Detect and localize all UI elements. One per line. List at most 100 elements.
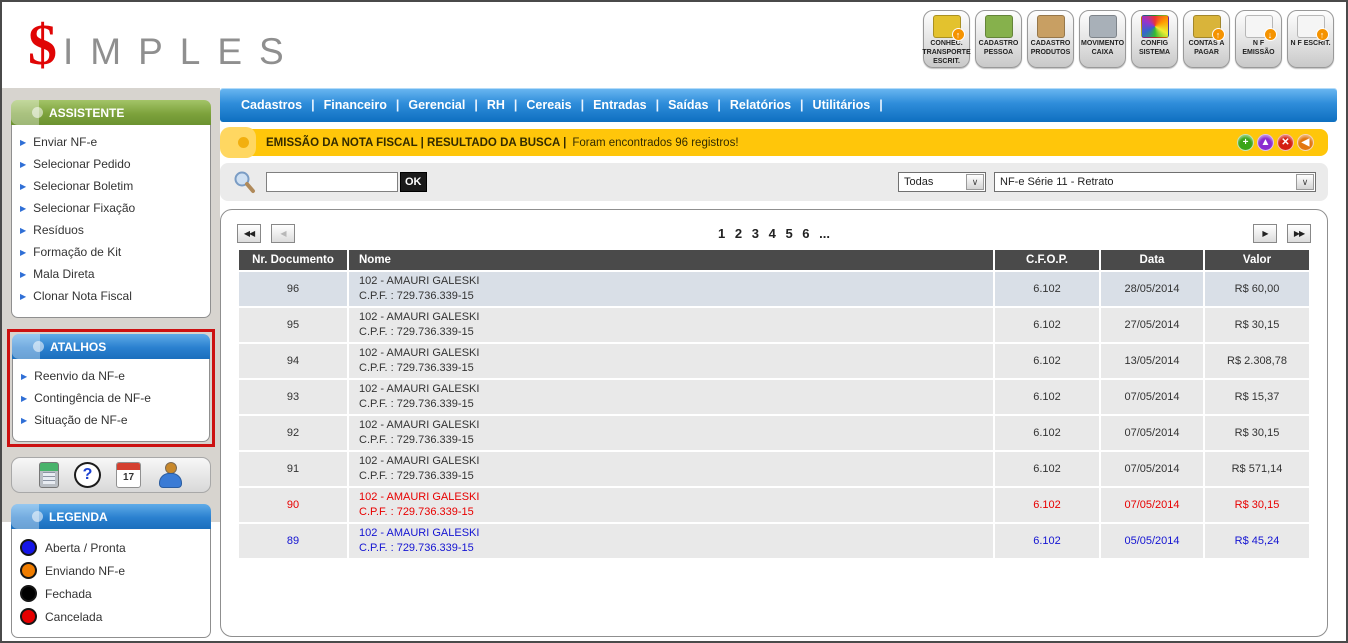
cell-valor[interactable]: R$ 15,37 bbox=[1205, 380, 1309, 414]
sidebar-menu-item[interactable]: ▶ Contingência de NF-e bbox=[19, 388, 203, 410]
cell-valor[interactable]: R$ 30,15 bbox=[1205, 308, 1309, 342]
banner-action-button[interactable]: ◀ bbox=[1297, 134, 1314, 151]
pagination-page-number[interactable]: 4 bbox=[766, 226, 779, 241]
sidebar-menu-item[interactable]: ▶ Formação de Kit bbox=[18, 242, 204, 264]
sidebar-menu-item[interactable]: ▶ Mala Direta bbox=[18, 264, 204, 286]
table-row[interactable]: 95 102 - AMAURI GALESKI C.P.F. : 729.736… bbox=[239, 308, 1309, 342]
cell-valor[interactable]: R$ 571,14 bbox=[1205, 452, 1309, 486]
toolbar-button[interactable]: ↑ CONHEC. TRANSPORTE ESCRIT. bbox=[923, 10, 970, 68]
sidebar-menu-item[interactable]: ▶ Resíduos bbox=[18, 220, 204, 242]
banner-action-button[interactable]: ✕ bbox=[1277, 134, 1294, 151]
user-icon[interactable] bbox=[156, 462, 183, 488]
pagination-page-number[interactable]: 3 bbox=[749, 226, 762, 241]
pagination-page-number[interactable]: 1 bbox=[715, 226, 728, 241]
cell-data[interactable]: 28/05/2014 bbox=[1101, 272, 1203, 306]
cell-nome[interactable]: 102 - AMAURI GALESKI C.P.F. : 729.736.33… bbox=[349, 380, 993, 414]
cell-cfop[interactable]: 6.102 bbox=[995, 488, 1099, 522]
cell-valor[interactable]: R$ 60,00 bbox=[1205, 272, 1309, 306]
sidebar-menu-item[interactable]: ▶ Clonar Nota Fiscal bbox=[18, 286, 204, 308]
search-input[interactable] bbox=[266, 172, 398, 192]
cell-cfop[interactable]: 6.102 bbox=[995, 524, 1099, 558]
toolbar-button[interactable]: CONFIG SISTEMA bbox=[1131, 10, 1178, 68]
cell-documento[interactable]: 96 bbox=[239, 272, 347, 306]
cell-data[interactable]: 07/05/2014 bbox=[1101, 416, 1203, 450]
cell-documento[interactable]: 92 bbox=[239, 416, 347, 450]
cell-documento[interactable]: 95 bbox=[239, 308, 347, 342]
nav-menu-item[interactable]: Saídas bbox=[663, 98, 713, 112]
sidebar-menu-item[interactable]: ▶ Situação de NF-e bbox=[19, 410, 203, 432]
table-row[interactable]: 91 102 - AMAURI GALESKI C.P.F. : 729.736… bbox=[239, 452, 1309, 486]
nav-menu-item[interactable]: Relatórios bbox=[725, 98, 796, 112]
pagination-page-number[interactable]: ... bbox=[816, 226, 833, 241]
cell-nome[interactable]: 102 - AMAURI GALESKI C.P.F. : 729.736.33… bbox=[349, 488, 993, 522]
table-row[interactable]: 90 102 - AMAURI GALESKI C.P.F. : 729.736… bbox=[239, 488, 1309, 522]
toolbar-button[interactable]: CADASTRO PESSOA bbox=[975, 10, 1022, 68]
toolbar-button[interactable]: CADASTRO PRODUTOS bbox=[1027, 10, 1074, 68]
cell-documento[interactable]: 94 bbox=[239, 344, 347, 378]
table-row[interactable]: 93 102 - AMAURI GALESKI C.P.F. : 729.736… bbox=[239, 380, 1309, 414]
pagination-last-button[interactable]: ▶▶ bbox=[1287, 224, 1311, 243]
cell-cfop[interactable]: 6.102 bbox=[995, 344, 1099, 378]
pagination-next-button[interactable]: ▶ bbox=[1253, 224, 1277, 243]
cell-data[interactable]: 07/05/2014 bbox=[1101, 452, 1203, 486]
toolbar-button[interactable]: MOVIMENTO CAIXA bbox=[1079, 10, 1126, 68]
sidebar-menu-item[interactable]: ▶ Reenvio da NF-e bbox=[19, 366, 203, 388]
nav-menu-item[interactable]: Gerencial bbox=[403, 98, 470, 112]
nav-menu-item[interactable]: Financeiro bbox=[319, 98, 392, 112]
cell-cfop[interactable]: 6.102 bbox=[995, 452, 1099, 486]
cell-data[interactable]: 13/05/2014 bbox=[1101, 344, 1203, 378]
bullet-arrow-icon: ▶ bbox=[21, 391, 27, 407]
sidebar-menu-item[interactable]: ▶ Enviar NF-e bbox=[18, 132, 204, 154]
cell-data[interactable]: 27/05/2014 bbox=[1101, 308, 1203, 342]
cell-cfop[interactable]: 6.102 bbox=[995, 380, 1099, 414]
cell-nome[interactable]: 102 - AMAURI GALESKI C.P.F. : 729.736.33… bbox=[349, 308, 993, 342]
cell-valor[interactable]: R$ 30,15 bbox=[1205, 488, 1309, 522]
cell-valor[interactable]: R$ 45,24 bbox=[1205, 524, 1309, 558]
sidebar-menu-item[interactable]: ▶ Selecionar Fixação bbox=[18, 198, 204, 220]
pagination-page-number[interactable]: 6 bbox=[799, 226, 812, 241]
nav-menu-item[interactable]: Cadastros bbox=[236, 98, 307, 112]
cell-data[interactable]: 07/05/2014 bbox=[1101, 488, 1203, 522]
cell-nome[interactable]: 102 - AMAURI GALESKI C.P.F. : 729.736.33… bbox=[349, 524, 993, 558]
help-icon[interactable]: ? bbox=[74, 462, 101, 488]
pagination-page-number[interactable]: 5 bbox=[782, 226, 795, 241]
table-row[interactable]: 94 102 - AMAURI GALESKI C.P.F. : 729.736… bbox=[239, 344, 1309, 378]
pagination-page-number[interactable]: 2 bbox=[732, 226, 745, 241]
search-ok-button[interactable]: OK bbox=[400, 172, 427, 192]
cell-cfop[interactable]: 6.102 bbox=[995, 416, 1099, 450]
calendar-icon[interactable]: 17 bbox=[116, 462, 141, 488]
nav-menu-item[interactable]: Utilitários bbox=[808, 98, 876, 112]
cell-documento[interactable]: 89 bbox=[239, 524, 347, 558]
sidebar-menu-item[interactable]: ▶ Selecionar Boletim bbox=[18, 176, 204, 198]
table-row[interactable]: 92 102 - AMAURI GALESKI C.P.F. : 729.736… bbox=[239, 416, 1309, 450]
cell-nome[interactable]: 102 - AMAURI GALESKI C.P.F. : 729.736.33… bbox=[349, 416, 993, 450]
pagination-prev-button[interactable]: ◀ bbox=[271, 224, 295, 243]
toolbar-button[interactable]: ↑ CONTAS A PAGAR bbox=[1183, 10, 1230, 68]
cell-documento[interactable]: 91 bbox=[239, 452, 347, 486]
nav-menu-item[interactable]: RH bbox=[482, 98, 510, 112]
cell-cfop[interactable]: 6.102 bbox=[995, 308, 1099, 342]
toolbar-button[interactable]: ↑ N F ESCRIT. bbox=[1287, 10, 1334, 68]
table-row[interactable]: 96 102 - AMAURI GALESKI C.P.F. : 729.736… bbox=[239, 272, 1309, 306]
cell-cfop[interactable]: 6.102 bbox=[995, 272, 1099, 306]
nav-menu-item[interactable]: Entradas bbox=[588, 98, 652, 112]
table-row[interactable]: 89 102 - AMAURI GALESKI C.P.F. : 729.736… bbox=[239, 524, 1309, 558]
cell-data[interactable]: 07/05/2014 bbox=[1101, 380, 1203, 414]
cell-nome[interactable]: 102 - AMAURI GALESKI C.P.F. : 729.736.33… bbox=[349, 452, 993, 486]
cell-nome[interactable]: 102 - AMAURI GALESKI C.P.F. : 729.736.33… bbox=[349, 272, 993, 306]
cell-documento[interactable]: 90 bbox=[239, 488, 347, 522]
cell-data[interactable]: 05/05/2014 bbox=[1101, 524, 1203, 558]
series-filter-select[interactable]: NF-e Série 11 - Retrato ∨ bbox=[994, 172, 1316, 192]
cell-documento[interactable]: 93 bbox=[239, 380, 347, 414]
calculator-icon[interactable] bbox=[39, 462, 59, 488]
toolbar-button[interactable]: ↓ N F EMISSÃO bbox=[1235, 10, 1282, 68]
cell-valor[interactable]: R$ 30,15 bbox=[1205, 416, 1309, 450]
sidebar-menu-item[interactable]: ▶ Selecionar Pedido bbox=[18, 154, 204, 176]
cell-nome[interactable]: 102 - AMAURI GALESKI C.P.F. : 729.736.33… bbox=[349, 344, 993, 378]
status-filter-select[interactable]: Todas ∨ bbox=[898, 172, 986, 192]
banner-action-button[interactable]: ▲ bbox=[1257, 134, 1274, 151]
pagination-first-button[interactable]: ◀◀ bbox=[237, 224, 261, 243]
cell-valor[interactable]: R$ 2.308,78 bbox=[1205, 344, 1309, 378]
banner-action-button[interactable]: + bbox=[1237, 134, 1254, 151]
nav-menu-item[interactable]: Cereais bbox=[521, 98, 576, 112]
